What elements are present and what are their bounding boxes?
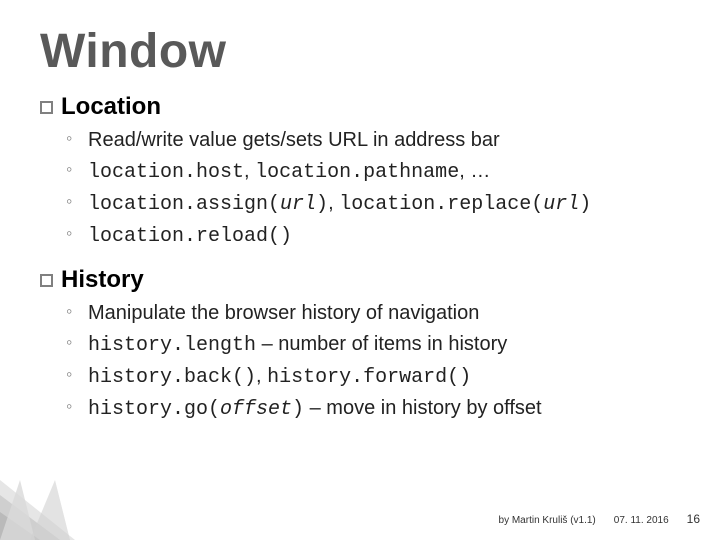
list-item: history.length – number of items in hist… — [88, 329, 680, 361]
location-list: Read/write value gets/sets URL in addres… — [40, 125, 680, 252]
list-item: location.reload() — [88, 220, 680, 252]
section-heading-history: History — [40, 266, 680, 294]
list-item: Read/write value gets/sets URL in addres… — [88, 125, 680, 156]
slide-title: Window — [40, 24, 680, 79]
square-bullet-icon — [40, 274, 53, 287]
slide: Window Location Read/write value gets/se… — [0, 0, 720, 540]
corner-decoration-icon — [0, 450, 130, 540]
history-list: Manipulate the browser history of naviga… — [40, 298, 680, 425]
section-heading-location: Location — [40, 93, 680, 121]
list-item: Manipulate the browser history of naviga… — [88, 298, 680, 329]
section-label: Location — [61, 93, 161, 121]
square-bullet-icon — [40, 101, 53, 114]
footer-date: 07. 11. 2016 — [614, 515, 669, 526]
section-label: History — [61, 266, 144, 294]
footer: by Martin Kruliš (v1.1) 07. 11. 2016 16 — [499, 512, 700, 526]
list-item: location.host, location.pathname, … — [88, 156, 680, 188]
list-item: location.assign(url), location.replace(u… — [88, 188, 680, 220]
footer-author: by Martin Kruliš (v1.1) — [499, 515, 596, 526]
list-item: history.go(offset) – move in history by … — [88, 393, 680, 425]
list-item: history.back(), history.forward() — [88, 361, 680, 393]
footer-page-number: 16 — [687, 512, 700, 526]
